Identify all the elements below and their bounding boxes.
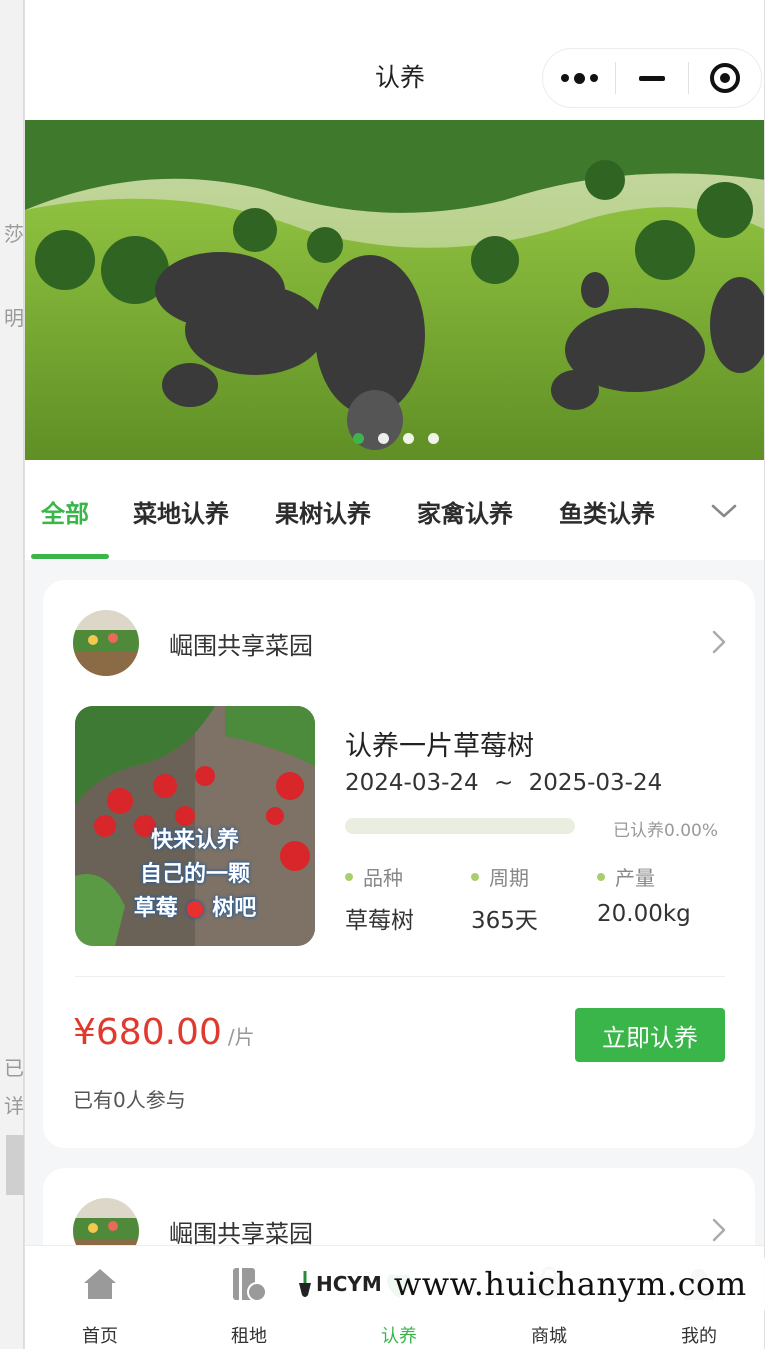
tabbar-item-land[interactable]: 租地 [189, 1264, 309, 1348]
adoption-card[interactable]: 崛围共享菜园 快来认养 自己的一颗 草莓 ● 树吧 认养一片草莓树 2024-0… [43, 580, 755, 1148]
tab-vegetable-plot[interactable]: 菜地认养 [133, 494, 229, 529]
background-text-fragment: 莎 [4, 222, 24, 246]
card-divider [75, 976, 725, 977]
start-date: 2024-03-24 [345, 770, 479, 796]
end-date: 2025-03-24 [528, 770, 663, 796]
adoption-progress-bar [345, 818, 575, 834]
watermark: HCYM www.huichanym.com [296, 1258, 766, 1310]
chevron-right-icon[interactable] [707, 1216, 731, 1244]
image-caption-line: 快来认养 [150, 828, 239, 853]
garden-name[interactable]: 崛围共享菜园 [169, 626, 313, 661]
chevron-right-icon[interactable] [707, 628, 731, 656]
date-separator: ~ [493, 770, 514, 796]
carousel-dot[interactable] [377, 433, 389, 444]
price-unit: /片 [227, 1025, 255, 1049]
adoption-progress-label: 已认养0.00% [613, 821, 719, 841]
background-text-fragment: 明 [4, 306, 24, 330]
tabbar-label: 认养 [381, 1326, 417, 1347]
bullet-dot-icon [471, 872, 479, 881]
background-text-fragment: 已 [4, 1056, 24, 1080]
carousel-dot[interactable] [352, 433, 364, 444]
tabbar-item-home[interactable]: 首页 [40, 1264, 160, 1348]
product-image-strawberry[interactable]: 快来认养 自己的一颗 草莓 ● 树吧 [75, 706, 315, 946]
adoption-period: 2024-03-24 ~ 2025-03-24 [345, 770, 662, 796]
image-caption-line: 自己的一颗 [139, 862, 250, 887]
strawberry-emoji-icon: ● [185, 896, 205, 921]
minimize-button[interactable] [616, 49, 688, 107]
stat-value: 20.00kg [597, 901, 691, 927]
category-tabs: 全部 菜地认养 果树认养 家禽认养 鱼类认养 [25, 460, 764, 560]
close-button[interactable] [689, 49, 761, 107]
close-target-icon [710, 63, 740, 93]
background-page-edge: 莎 明 已 详 [0, 0, 24, 1349]
image-caption-line: 草莓 [133, 896, 178, 921]
stat-value: 365天 [471, 908, 538, 934]
price-amount: ¥680.00 [73, 1012, 222, 1053]
tab-poultry[interactable]: 家禽认养 [417, 494, 513, 529]
watermark-logo-text: HCYM [316, 1272, 382, 1296]
stat-value: 草莓树 [345, 908, 414, 934]
image-caption-line: 树吧 [212, 896, 257, 921]
adopt-now-button[interactable]: 立即认养 [575, 1008, 725, 1062]
bullet-dot-icon [597, 872, 605, 881]
land-icon [233, 1268, 267, 1302]
active-tab-indicator [31, 554, 109, 559]
menu-capsule [542, 48, 762, 108]
tabbar-label: 我的 [681, 1326, 717, 1347]
tab-fruit-tree[interactable]: 果树认养 [275, 494, 371, 529]
tabbar-label: 商城 [531, 1326, 567, 1347]
stat-yield: 产量 20.00kg [597, 862, 691, 927]
stat-period: 周期 365天 [471, 862, 538, 935]
product-title[interactable]: 认养一片草莓树 [345, 724, 534, 763]
garden-name[interactable]: 崛围共享菜园 [169, 1214, 313, 1249]
stat-label: 产量 [615, 866, 655, 890]
stat-label: 周期 [489, 866, 529, 890]
banner-image-pigs [25, 120, 764, 460]
garden-avatar [73, 610, 139, 676]
tab-fish[interactable]: 鱼类认养 [559, 494, 655, 529]
minimize-icon [639, 75, 665, 81]
carousel-dot[interactable] [427, 433, 439, 444]
price: ¥680.00/片 [73, 1012, 255, 1053]
bullet-dot-icon [345, 872, 353, 881]
watermark-logo: HCYM [296, 1269, 382, 1299]
participant-count: 已有0人参与 [73, 1088, 186, 1112]
tab-all[interactable]: 全部 [41, 494, 89, 529]
tabbar-label: 租地 [231, 1326, 267, 1347]
mini-program-window: 认养 全部 菜地认养 果树认养 家禽认养 鱼类认养 崛围共享菜园 快来认养 自己… [24, 0, 765, 1349]
carousel-indicators [25, 433, 764, 444]
chevron-down-icon[interactable] [709, 496, 739, 526]
background-text-fragment: 详 [4, 1094, 24, 1118]
banner-carousel[interactable] [25, 120, 764, 460]
more-button[interactable] [543, 49, 615, 107]
shovel-icon [299, 1271, 311, 1297]
stat-variety: 品种 草莓树 [345, 862, 414, 935]
more-icon [560, 72, 598, 84]
navigation-bar: 认养 [25, 0, 764, 120]
tabbar-label: 首页 [82, 1326, 118, 1347]
stat-label: 品种 [363, 866, 403, 890]
home-icon [84, 1269, 116, 1299]
watermark-url: www.huichanym.com [393, 1265, 747, 1303]
background-block [6, 1135, 24, 1195]
carousel-dot[interactable] [402, 433, 414, 444]
